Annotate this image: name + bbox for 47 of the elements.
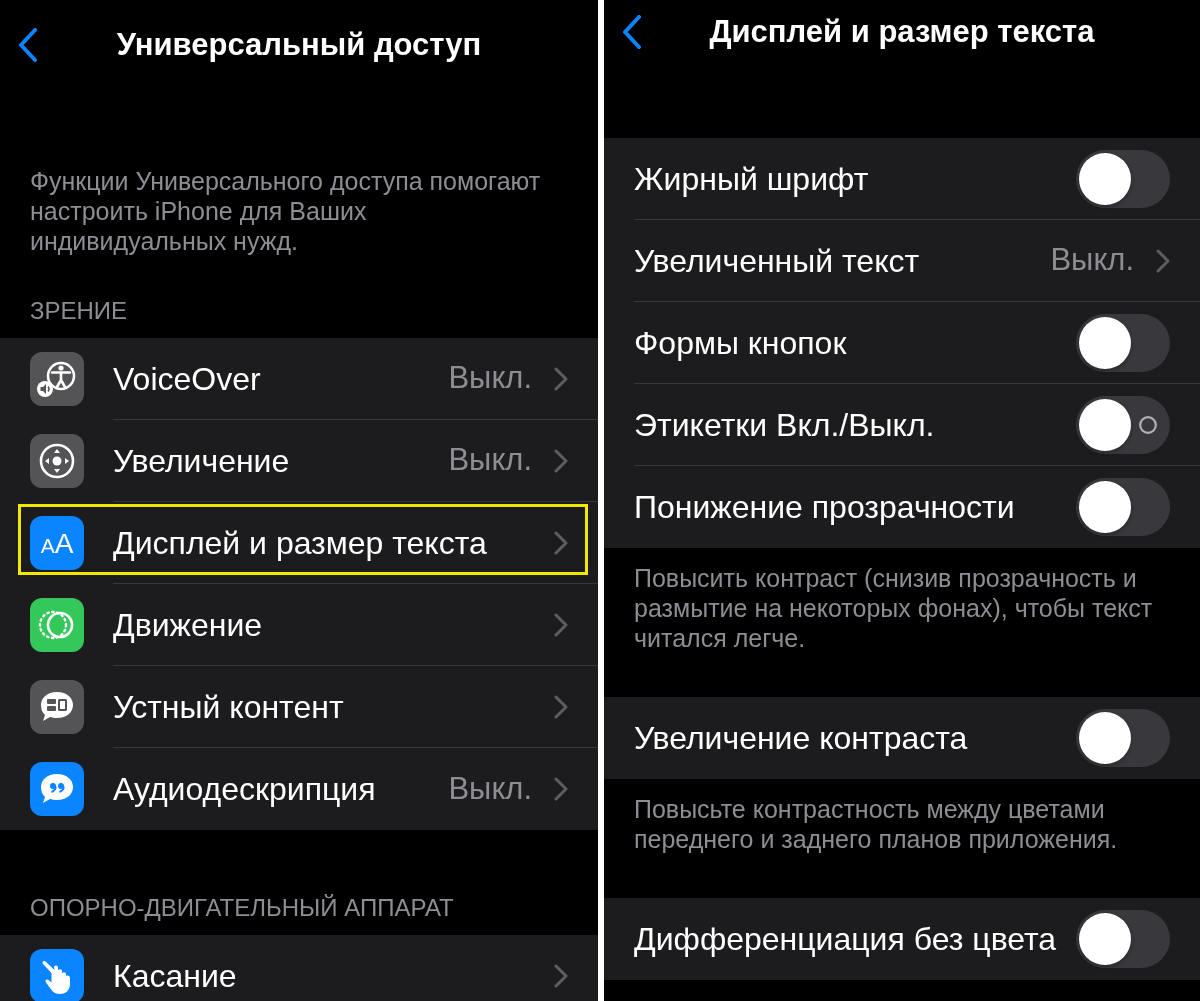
chevron-right-icon bbox=[554, 530, 568, 555]
row-value: Выкл. bbox=[448, 769, 532, 808]
row-value: Выкл. bbox=[1050, 241, 1134, 280]
row-label: Увеличение bbox=[113, 441, 291, 481]
chevron-right-icon bbox=[554, 612, 568, 637]
screen-title: Универсальный доступ bbox=[116, 25, 482, 64]
row-label: Дифференциация без цвета bbox=[634, 920, 1058, 959]
row-label: Аудиодескрипция bbox=[113, 770, 377, 809]
row-label: VoiceOver bbox=[113, 359, 262, 399]
settings-row[interactable]: Аудиодескрипция Выкл. bbox=[0, 748, 598, 830]
row-label: Формы кнопок bbox=[634, 323, 848, 363]
settings-row[interactable]: Увеличенный текст Выкл. bbox=[604, 220, 1200, 302]
screen-title: Дисплей и размер текста bbox=[709, 12, 1095, 51]
row-label: Этикетки Вкл./Выкл. bbox=[634, 405, 936, 445]
row-label: Касание bbox=[113, 957, 238, 996]
chevron-left-icon bbox=[18, 28, 38, 62]
description-text: Функции Универсального доступа помогают настроить iPhone для Ваших индивидуальных нужд. bbox=[29, 166, 542, 256]
chevron-right-icon bbox=[554, 448, 568, 473]
chevron-right-icon bbox=[554, 777, 568, 801]
settings-row[interactable]: Увеличение Выкл. bbox=[0, 420, 598, 502]
settings-row[interactable]: Устный контент bbox=[0, 666, 598, 748]
chevron-right-icon bbox=[1156, 248, 1170, 273]
settings-row[interactable]: VoiceOver Выкл. bbox=[0, 338, 598, 420]
settings-row[interactable]: AA Дисплей и размер текста bbox=[0, 502, 598, 584]
section-header: ОПОРНО-ДВИГАТЕЛЬНЫЙ АППАРАТ bbox=[29, 893, 455, 923]
footer-text: Повысить контраст (снизив прозрачность и размытие на некоторых фонах), чтобы текст читался легче. bbox=[633, 563, 1154, 653]
text-size-icon: AA bbox=[30, 516, 84, 570]
row-label: Устный контент bbox=[113, 687, 345, 727]
chevron-right-icon bbox=[554, 366, 568, 391]
off-label-ring-icon bbox=[1139, 415, 1157, 434]
chevron-right-icon bbox=[554, 694, 568, 719]
settings-row[interactable]: Движение bbox=[0, 584, 598, 666]
row-label: Увеличенный текст bbox=[634, 241, 921, 281]
row-label: Дисплей и размер текста bbox=[113, 523, 488, 563]
row-label: Увеличение контраста bbox=[634, 719, 969, 758]
chevron-right-icon bbox=[554, 964, 568, 988]
row-value: Выкл. bbox=[448, 359, 532, 398]
row-label: Жирный шрифт bbox=[634, 159, 870, 199]
row-label: Движение bbox=[113, 605, 264, 645]
footer-text: Повысьте контрастность между цветами переднего и заднего планов приложения. bbox=[633, 794, 1119, 854]
back-button[interactable] bbox=[622, 15, 642, 49]
row-label: Понижение прозрачности bbox=[634, 488, 1016, 527]
row-value: Выкл. bbox=[448, 441, 532, 480]
chevron-left-icon bbox=[622, 15, 642, 49]
back-button[interactable] bbox=[18, 28, 38, 62]
section-header: ЗРЕНИЕ bbox=[29, 296, 129, 326]
settings-row[interactable]: Касание bbox=[0, 935, 598, 1001]
